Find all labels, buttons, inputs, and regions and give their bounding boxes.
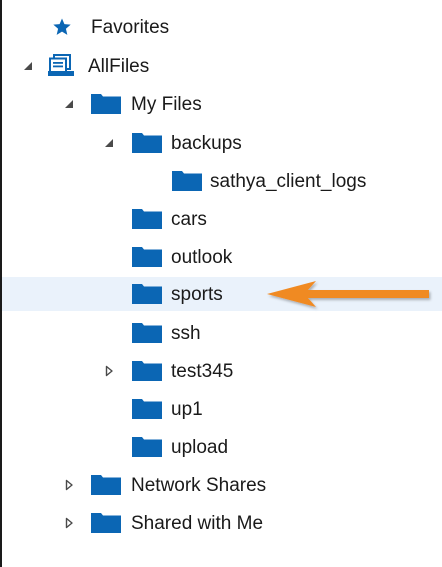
tree-item-upload[interactable]: upload	[2, 430, 442, 464]
tree-item-label: AllFiles	[88, 55, 150, 77]
tree-item-label: sathya_client_logs	[210, 170, 367, 192]
tree-item-label: Network Shares	[131, 474, 267, 496]
tree-item-allfiles[interactable]: AllFiles	[2, 49, 442, 83]
folder-tree-panel: Favorites AllFiles My Files backups sath…	[0, 0, 442, 567]
tree-item-cars[interactable]: cars	[2, 202, 442, 236]
expand-toggle-icon[interactable]	[62, 516, 76, 530]
star-icon	[53, 18, 71, 35]
tree-item-label: backups	[171, 132, 242, 154]
arrow-left-icon	[267, 281, 429, 307]
expand-toggle-icon[interactable]	[62, 97, 76, 111]
folder-icon	[132, 209, 162, 229]
tree-item-network-shares[interactable]: Network Shares	[2, 468, 442, 502]
tree-item-sathya-client-logs[interactable]: sathya_client_logs	[2, 164, 442, 198]
folder-icon	[132, 323, 162, 343]
tree-item-label: test345	[171, 360, 234, 382]
folder-icon	[172, 171, 202, 191]
folder-icon	[132, 247, 162, 267]
expand-toggle-icon[interactable]	[102, 136, 116, 150]
folder-icon	[91, 475, 121, 495]
tree-item-label: ssh	[171, 322, 201, 344]
folder-icon	[132, 437, 162, 457]
folder-icon	[91, 94, 121, 114]
expand-toggle-icon[interactable]	[102, 364, 116, 378]
tree-item-outlook[interactable]: outlook	[2, 240, 442, 274]
tree-item-label: upload	[171, 436, 229, 458]
tree-item-test345[interactable]: test345	[2, 354, 442, 388]
expand-toggle-icon[interactable]	[62, 478, 76, 492]
expand-toggle-icon[interactable]	[21, 59, 35, 73]
tree-item-up1[interactable]: up1	[2, 392, 442, 426]
tree-item-favorites[interactable]: Favorites	[2, 10, 442, 44]
tree-item-label: outlook	[171, 246, 233, 268]
tree-item-ssh[interactable]: ssh	[2, 316, 442, 350]
tree-item-label: Shared with Me	[131, 512, 264, 534]
folder-icon	[132, 361, 162, 381]
tree-item-my-files[interactable]: My Files	[2, 87, 442, 121]
tree-item-backups[interactable]: backups	[2, 126, 442, 160]
tree-item-label: up1	[171, 398, 203, 420]
tree-item-label: sports	[171, 283, 223, 305]
tree-item-label: cars	[171, 208, 207, 230]
folder-icon	[91, 513, 121, 533]
tree-item-label: My Files	[131, 93, 202, 115]
folder-icon	[132, 284, 162, 304]
tree-item-shared-with-me[interactable]: Shared with Me	[2, 506, 442, 540]
file-stack-icon	[48, 54, 74, 76]
tree-item-label: Favorites	[91, 16, 170, 38]
folder-icon	[132, 399, 162, 419]
folder-icon	[132, 133, 162, 153]
